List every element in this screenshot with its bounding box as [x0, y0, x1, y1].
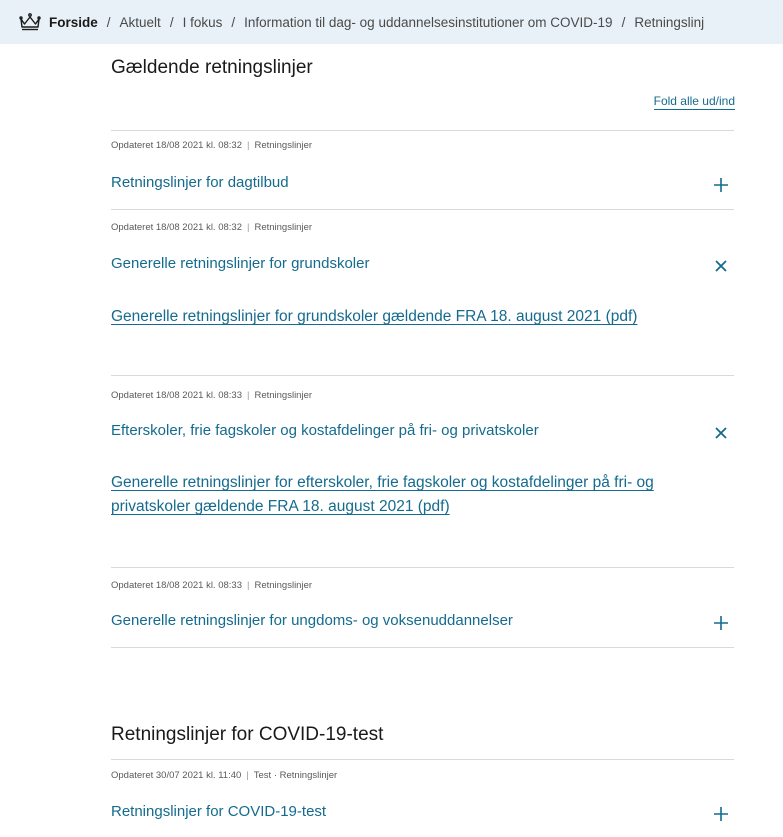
fold-all-toggle-link[interactable]: Fold alle ud/ind: [653, 94, 735, 110]
accordion-title-efterskoler[interactable]: Efterskoler, frie fagskoler og kostafdel…: [111, 422, 539, 439]
item-updated-date: Opdateret 18/08 2021 kl. 08:33: [111, 580, 242, 591]
divider: [111, 130, 734, 131]
breadcrumb-separator: /: [106, 14, 111, 30]
plus-icon: [714, 178, 728, 192]
plus-icon: [714, 807, 728, 821]
plus-icon: [714, 616, 728, 630]
item-category: Retningslinjer: [254, 580, 313, 591]
meta-separator: |: [247, 390, 250, 401]
item-category: Test · Retningslinjer: [253, 770, 338, 781]
item-meta: Opdateret 18/08 2021 kl. 08:33 | Retningsl…: [111, 580, 312, 591]
crown-icon[interactable]: [18, 12, 42, 32]
section-title-current-guidelines: Gældende retningslinjer: [111, 57, 313, 78]
accordion-title-dagtilbud[interactable]: Retningslinjer for dagtilbud: [111, 174, 289, 191]
divider: [111, 759, 734, 760]
meta-separator: |: [247, 580, 250, 591]
item-meta: Opdateret 30/07 2021 kl. 11:40 | Test · Re…: [111, 770, 337, 781]
breadcrumb-item-current: Retningslinj: [634, 14, 705, 30]
accordion-title-grundskoler[interactable]: Generelle retningslinjer for grundskoler: [111, 255, 369, 272]
collapse-button[interactable]: [708, 420, 734, 446]
pdf-link-efterskoler[interactable]: Generelle retningslinjer for efterskoler…: [111, 471, 731, 519]
item-meta: Opdateret 18/08 2021 kl. 08:32 | Retningsl…: [111, 222, 312, 233]
accordion-title-ungdomsuddannelser[interactable]: Generelle retningslinjer for ungdoms- og…: [111, 612, 513, 629]
item-updated-date: Opdateret 18/08 2021 kl. 08:32: [111, 222, 242, 233]
accordion-title-covid-test[interactable]: Retningslinjer for COVID-19-test: [111, 803, 326, 820]
divider: [111, 567, 734, 568]
item-updated-date: Opdateret 18/08 2021 kl. 08:32: [111, 140, 242, 151]
breadcrumb: Forside / Aktuelt / I fokus / Informatio…: [0, 0, 783, 44]
expand-button[interactable]: [708, 172, 734, 198]
close-icon: [715, 427, 727, 439]
breadcrumb-home-link[interactable]: Forside: [49, 15, 98, 30]
expand-button[interactable]: [708, 610, 734, 636]
item-category: Retningslinjer: [254, 390, 313, 401]
meta-separator: |: [247, 222, 250, 233]
item-meta: Opdateret 18/08 2021 kl. 08:33 | Retningsl…: [111, 390, 312, 401]
item-updated-date: Opdateret 18/08 2021 kl. 08:33: [111, 390, 242, 401]
meta-separator: |: [247, 140, 250, 151]
breadcrumb-separator: /: [621, 14, 626, 30]
collapse-button[interactable]: [708, 253, 734, 279]
close-icon: [715, 260, 727, 272]
meta-separator: |: [246, 770, 249, 781]
breadcrumb-separator: /: [169, 14, 174, 30]
breadcrumb-item-covid-info[interactable]: Information til dag- og uddannelsesinsti…: [244, 15, 612, 30]
breadcrumb-item-i-fokus[interactable]: I fokus: [183, 15, 223, 30]
divider: [111, 209, 734, 210]
breadcrumb-item-aktuelt[interactable]: Aktuelt: [120, 15, 161, 30]
expand-button[interactable]: [708, 801, 734, 827]
divider: [111, 647, 734, 648]
item-meta: Opdateret 18/08 2021 kl. 08:32 | Retningsl…: [111, 140, 312, 151]
pdf-link-grundskoler[interactable]: Generelle retningslinjer for grundskoler…: [111, 305, 731, 329]
item-updated-date: Opdateret 30/07 2021 kl. 11:40: [111, 770, 242, 781]
section-title-covid-test: Retningslinjer for COVID-19-test: [111, 724, 384, 745]
item-category: Retningslinjer: [254, 140, 313, 151]
divider: [111, 375, 734, 376]
item-category: Retningslinjer: [254, 222, 313, 233]
breadcrumb-separator: /: [231, 14, 236, 30]
